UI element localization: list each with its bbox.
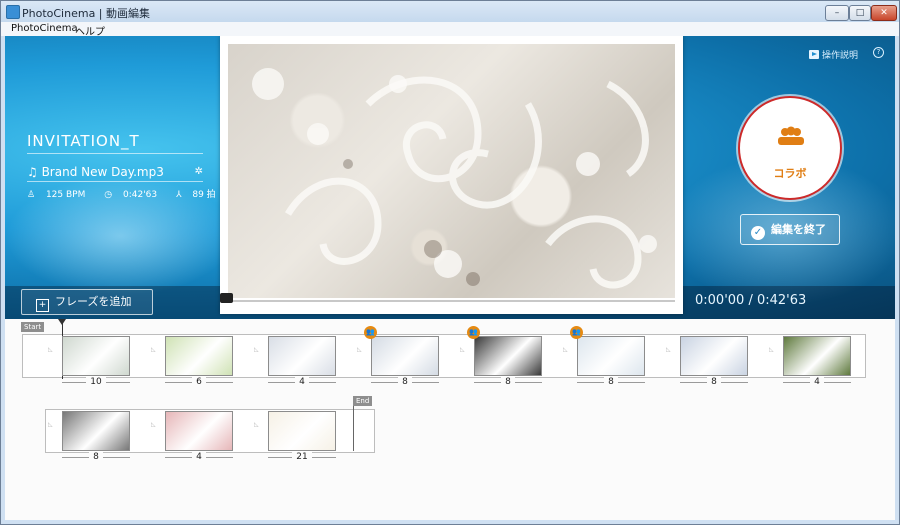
bpm-value: 125 BPM [45, 190, 86, 200]
beats-icon: ⅄ [175, 190, 182, 200]
beat-count: 4 [783, 377, 851, 387]
photo-clip[interactable] [62, 411, 130, 451]
clip-marker-icon: ◺ [460, 346, 465, 353]
collab-badge-icon: 👥 [364, 326, 377, 339]
maximize-button[interactable]: □ [849, 5, 871, 21]
finish-editing-label: 編集を終了 [771, 223, 826, 236]
add-frame-icon: + [36, 299, 49, 312]
menu-bar: PhotoCinema ヘルプ [1, 22, 899, 38]
music-note-icon: ♫ [27, 165, 42, 179]
help-link[interactable]: 操作説明 [809, 48, 858, 61]
app-icon [6, 5, 20, 19]
beat-count: 4 [268, 377, 336, 387]
beat-count: 8 [474, 377, 542, 387]
bpm-stat: ♙ 125 BPM [27, 190, 93, 200]
duration-value: 0:42'63 [122, 190, 158, 200]
collab-button[interactable]: コラボ [738, 96, 842, 200]
end-marker [353, 406, 354, 451]
beat-count: 8 [62, 452, 130, 462]
people-icon [778, 126, 804, 145]
track-stats: ♙ 125 BPM ◷ 0:42'63 ⅄ 89 拍 [27, 187, 232, 200]
collab-label: コラボ [773, 167, 807, 180]
check-icon: ✓ [751, 226, 765, 240]
clip-marker-icon: ◺ [48, 346, 53, 353]
minimize-button[interactable]: – [825, 5, 849, 21]
duration-stat: ◷ 0:42'63 [104, 190, 165, 200]
photo-clip[interactable] [371, 336, 439, 376]
help-link-label: 操作説明 [822, 51, 859, 61]
beat-count: 8 [371, 377, 439, 387]
photo-clip[interactable] [62, 336, 130, 376]
collab-badge-icon: 👥 [570, 326, 583, 339]
clip-marker-icon: ◺ [151, 421, 156, 428]
photo-clip[interactable] [577, 336, 645, 376]
timecode: 0:00'00 / 0:42'63 [695, 293, 807, 308]
close-button[interactable]: ✕ [871, 5, 897, 21]
music-track[interactable]: ♫ Brand New Day.mp3 ✲ [27, 165, 203, 182]
photo-clip[interactable] [268, 336, 336, 376]
clip-marker-icon: ◺ [769, 346, 774, 353]
preview-image [228, 44, 675, 298]
clip-marker-icon: ◺ [254, 346, 259, 353]
collab-badge-icon: 👥 [467, 326, 480, 339]
music-file-name: Brand New Day.mp3 [41, 165, 164, 179]
photo-clip[interactable] [165, 336, 233, 376]
lace-pattern [252, 68, 657, 289]
window-title: PhotoCinema | 動画編集 [22, 7, 151, 20]
photo-clip[interactable] [680, 336, 748, 376]
play-icon [809, 50, 819, 59]
clip-marker-icon: ◺ [357, 346, 362, 353]
clip-marker-icon: ◺ [151, 346, 156, 353]
metronome-icon: ♙ [27, 190, 36, 200]
menu-photocinema[interactable]: PhotoCinema [11, 23, 78, 34]
photo-clip[interactable] [268, 411, 336, 451]
beat-count: 6 [165, 377, 233, 387]
finish-editing-button[interactable]: ✓ 編集を終了 [740, 214, 840, 245]
beats-value: 89 拍 [192, 190, 216, 200]
clip-marker-icon: ◺ [254, 421, 259, 428]
beats-stat: ⅄ 89 拍 [176, 190, 224, 200]
title-bar: PhotoCinema | 動画編集 – □ ✕ [1, 1, 899, 22]
beat-count: 8 [680, 377, 748, 387]
add-phrase-button[interactable]: + フレーズを追加 [21, 289, 153, 315]
question-icon[interactable]: ? [873, 47, 884, 58]
timeline: Start End ◺ 10 ◺ 6 ◺ 4 ◺ 👥 8 ◺ 👥 8 ◺ 👥 8 ◺ 8 ◺ 4 ◺ 8 ◺ 4 ◺ 21 [5, 319, 895, 520]
gear-icon[interactable]: ✲ [195, 166, 203, 177]
beat-count: 8 [577, 377, 645, 387]
clock-icon: ◷ [104, 190, 113, 200]
editor-header: 操作説明 ? INVITATION_T ♫ Brand New Day.mp3 … [5, 36, 895, 319]
app-window: PhotoCinema | 動画編集 – □ ✕ PhotoCinema ヘルプ… [0, 0, 900, 525]
project-title: INVITATION_T [27, 132, 203, 154]
beat-count: 21 [268, 452, 336, 462]
beat-count: 10 [62, 377, 130, 387]
beat-count: 4 [165, 452, 233, 462]
clip-marker-icon: ◺ [48, 421, 53, 428]
video-preview[interactable] [220, 36, 683, 314]
photo-clip[interactable] [474, 336, 542, 376]
end-label: End [353, 396, 373, 406]
add-phrase-label: フレーズを追加 [55, 295, 132, 308]
start-label: Start [21, 322, 45, 332]
clip-marker-icon: ◺ [563, 346, 568, 353]
photo-clip[interactable] [165, 411, 233, 451]
playhead-handle[interactable] [58, 319, 66, 325]
scrub-bar[interactable] [228, 300, 675, 302]
scrub-handle[interactable] [220, 293, 233, 303]
clip-marker-icon: ◺ [666, 346, 671, 353]
photo-clip[interactable] [783, 336, 851, 376]
